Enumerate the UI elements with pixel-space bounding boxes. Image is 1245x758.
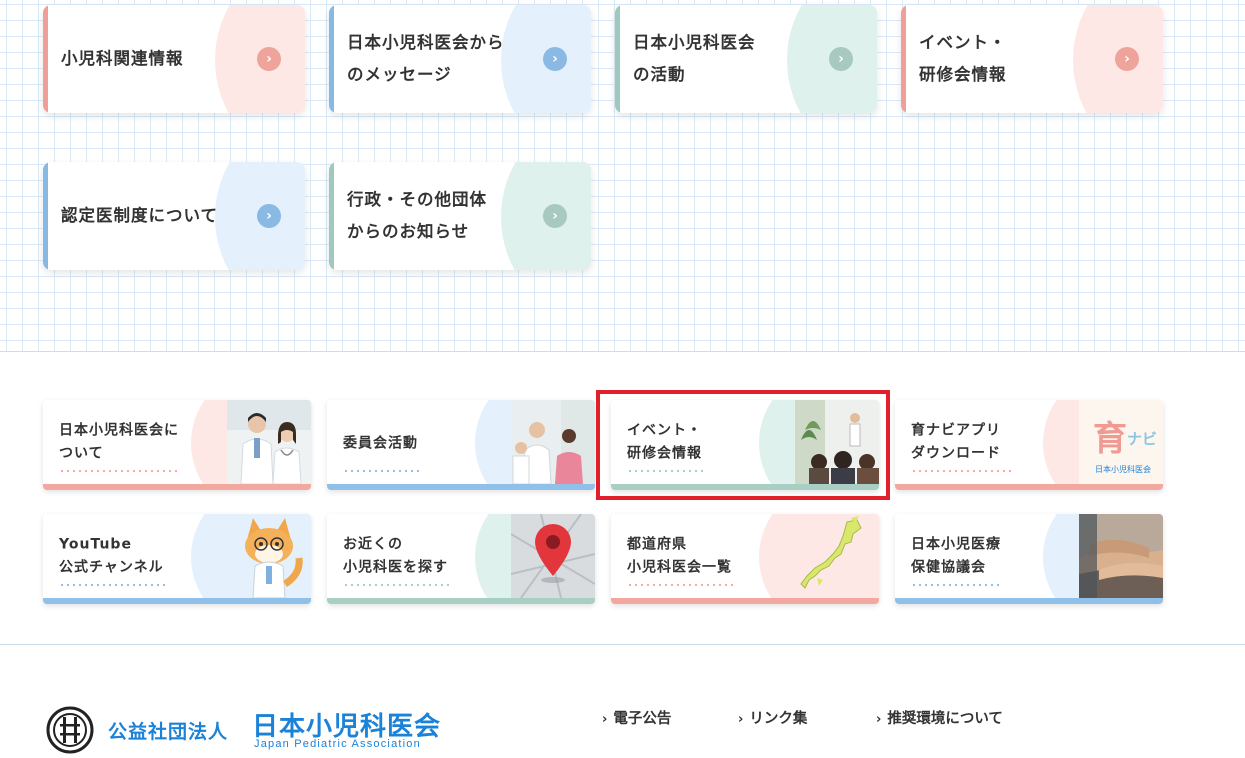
- ikunavi-logo: 育 ナビ 日本小児科医会: [1079, 400, 1163, 484]
- nav-card-label: 認定医制度について: [61, 206, 219, 225]
- org-name-english: Japan Pediatric Association: [254, 738, 421, 750]
- card-accent-bar: [329, 5, 334, 113]
- nav-card-pediatric-info[interactable]: 小児科関連情報 ›: [43, 5, 305, 113]
- dotted-underline: [911, 470, 1015, 472]
- chevron-right-icon: ›: [543, 204, 567, 228]
- chevron-right-icon: ›: [257, 47, 281, 71]
- doctors-photo: [227, 400, 311, 484]
- meeting-photo: [511, 400, 595, 484]
- footer-link-recommended-env[interactable]: › 推奨環境について: [876, 707, 1003, 728]
- fox-doctor-mascot: [227, 514, 311, 598]
- chevron-right-icon: ›: [543, 47, 567, 71]
- dotted-underline: [627, 584, 737, 586]
- banner-accent-bar: [43, 484, 311, 490]
- banner-accent-bar: [895, 484, 1163, 490]
- footer-divider: [0, 644, 1245, 645]
- card-accent-bar: [615, 5, 620, 113]
- nav-card-label: イベント・ 研修会情報: [919, 33, 1007, 84]
- banner-accent-bar: [611, 484, 879, 490]
- chevron-right-icon: ›: [738, 712, 744, 727]
- banner-prefectural-associations[interactable]: 都道府県 小児科医会一覧: [611, 514, 879, 604]
- banner-label: 日本小児科医会に ついて: [59, 422, 179, 462]
- banner-child-health-council[interactable]: 日本小児医療 保健協議会: [895, 514, 1163, 604]
- banner-events-training[interactable]: イベント・ 研修会情報: [611, 400, 879, 490]
- banner-label: 育ナビアプリ ダウンロード: [911, 422, 1001, 462]
- card-accent-bar: [43, 162, 48, 270]
- banner-label: 委員会活動: [343, 435, 418, 452]
- card-accent-bar: [901, 5, 906, 113]
- banner-accent-bar: [611, 598, 879, 604]
- lecture-photo: [795, 400, 879, 484]
- chevron-right-icon: ›: [876, 712, 882, 727]
- svg-text:育: 育: [1093, 419, 1127, 459]
- card-accent-bar: [43, 5, 48, 113]
- org-type-label: 公益社団法人: [108, 721, 229, 743]
- nav-card-label: 行政・その他団体 からのお知らせ: [347, 190, 487, 241]
- banner-about-association[interactable]: 日本小児科医会に ついて: [43, 400, 311, 490]
- banner-accent-bar: [327, 484, 595, 490]
- japan-map: [795, 514, 879, 598]
- banner-label: YouTube 公式チャンネル: [59, 536, 164, 576]
- banner-find-pediatrician[interactable]: お近くの 小児科医を探す: [327, 514, 595, 604]
- svg-text:ナビ: ナビ: [1127, 430, 1157, 448]
- footer-link-public-notice[interactable]: › 電子公告: [602, 707, 671, 728]
- nav-card-label: 小児科関連情報: [61, 49, 184, 68]
- svg-text:日本小児科医会: 日本小児科医会: [1095, 464, 1151, 474]
- nav-card-government-notices[interactable]: 行政・その他団体 からのお知らせ ›: [329, 162, 591, 270]
- dotted-underline: [911, 584, 1001, 586]
- dotted-underline: [343, 470, 421, 472]
- hands-photo: [1079, 514, 1163, 598]
- chevron-right-icon: ›: [602, 712, 608, 727]
- banner-accent-bar: [895, 598, 1163, 604]
- dotted-underline: [627, 470, 705, 472]
- chevron-right-icon: ›: [1115, 47, 1139, 71]
- category-grid-section: 小児科関連情報 › 日本小児科医会から のメッセージ › 日本小児科医会 の活動…: [0, 0, 1245, 352]
- association-logo-icon: [46, 706, 94, 754]
- nav-card-events[interactable]: イベント・ 研修会情報 ›: [901, 5, 1163, 113]
- nav-card-label: 日本小児科医会 の活動: [633, 33, 756, 84]
- dotted-underline: [59, 470, 179, 472]
- banner-committee-activities[interactable]: 委員会活動: [327, 400, 595, 490]
- banner-label: イベント・ 研修会情報: [627, 422, 702, 462]
- banner-accent-bar: [43, 598, 311, 604]
- banner-youtube-channel[interactable]: YouTube 公式チャンネル: [43, 514, 311, 604]
- nav-card-label: 日本小児科医会から のメッセージ: [347, 33, 505, 84]
- nav-card-activities[interactable]: 日本小児科医会 の活動 ›: [615, 5, 877, 113]
- banner-accent-bar: [327, 598, 595, 604]
- chevron-right-icon: ›: [829, 47, 853, 71]
- footer-link-links[interactable]: › リンク集: [738, 707, 807, 728]
- nav-card-messages[interactable]: 日本小児科医会から のメッセージ ›: [329, 5, 591, 113]
- dotted-underline: [59, 584, 169, 586]
- dotted-underline: [343, 584, 453, 586]
- banner-label: 日本小児医療 保健協議会: [911, 536, 1001, 576]
- card-accent-bar: [329, 162, 334, 270]
- banner-label: お近くの 小児科医を探す: [343, 536, 448, 576]
- nav-card-certification[interactable]: 認定医制度について ›: [43, 162, 305, 270]
- banner-label: 都道府県 小児科医会一覧: [627, 536, 732, 576]
- chevron-right-icon: ›: [257, 204, 281, 228]
- map-pin-photo: [511, 514, 595, 598]
- banner-ikunavi-app[interactable]: 育 ナビ 日本小児科医会 育ナビアプリ ダウンロード: [895, 400, 1163, 490]
